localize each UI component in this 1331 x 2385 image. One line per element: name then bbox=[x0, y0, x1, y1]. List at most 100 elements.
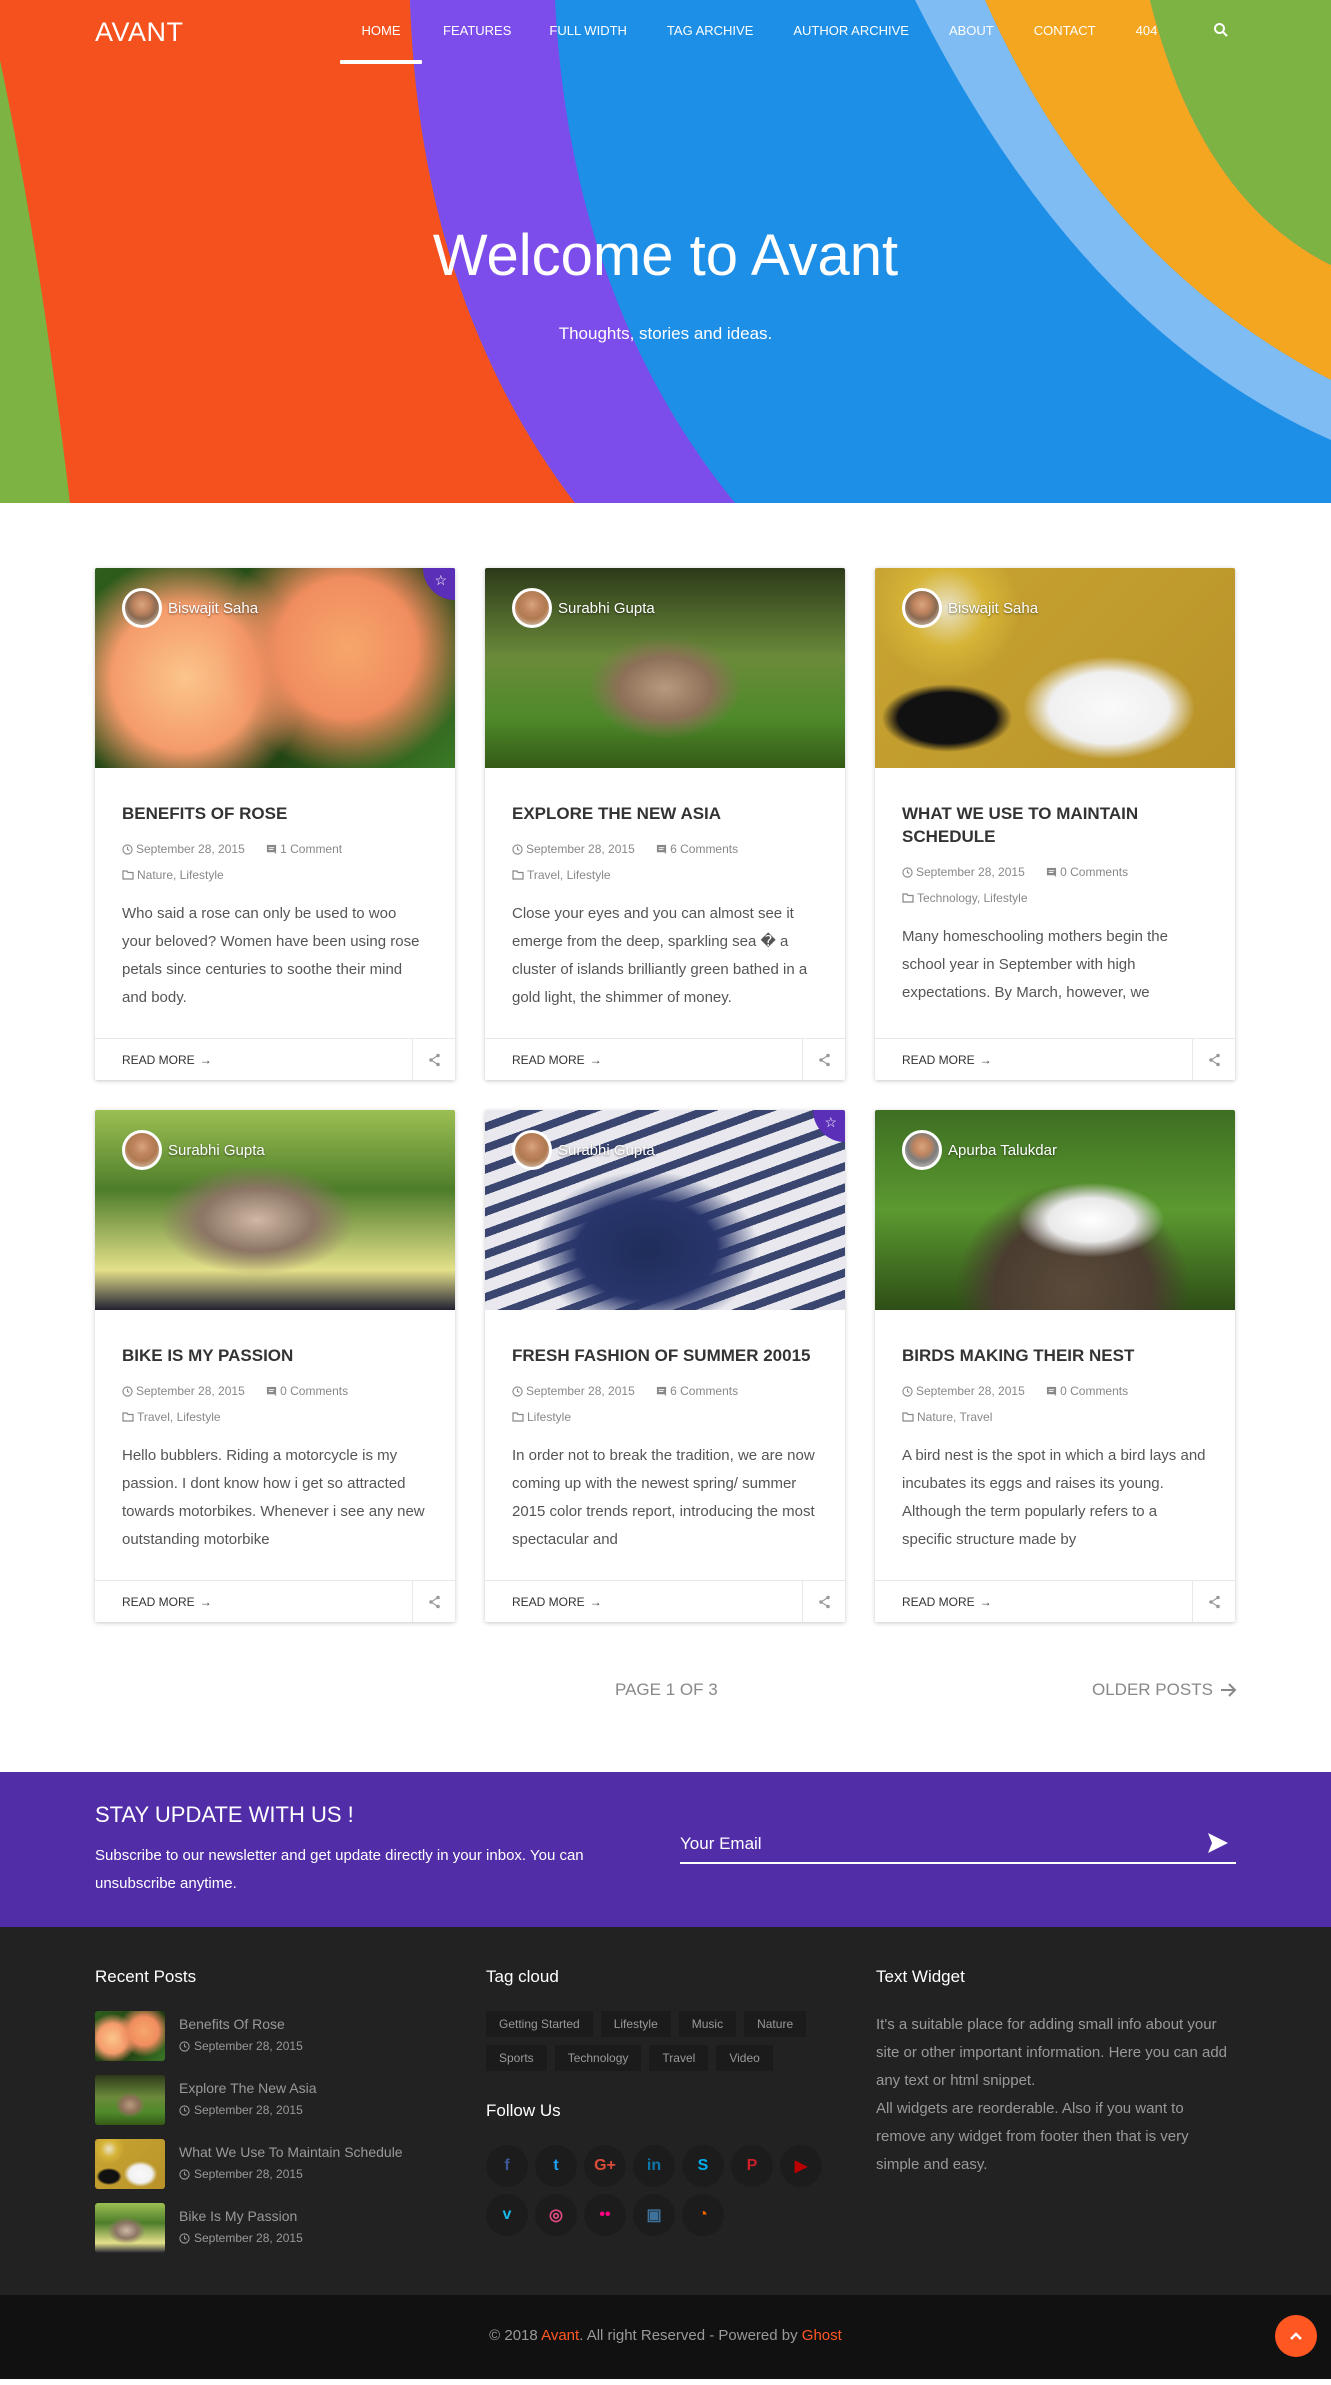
read-more-button[interactable]: READ MORE → bbox=[95, 1039, 412, 1080]
tag-link[interactable]: Sports bbox=[486, 2045, 547, 2071]
recent-post-item[interactable]: Bike Is My Passion September 28, 2015 bbox=[95, 2203, 403, 2253]
recent-post-date: September 28, 2015 bbox=[194, 2103, 303, 2117]
post-comments[interactable]: 0 Comments bbox=[1060, 1379, 1128, 1403]
recent-post-title[interactable]: Benefits Of Rose bbox=[179, 2016, 303, 2032]
facebook-icon[interactable]: f bbox=[486, 2145, 528, 2187]
older-posts-label: OLDER POSTS bbox=[1092, 1680, 1213, 1699]
tag-link[interactable]: Technology bbox=[554, 2045, 642, 2071]
back-to-top-button[interactable] bbox=[1275, 2315, 1317, 2357]
post-tags[interactable]: Technology, Lifestyle bbox=[917, 886, 1028, 910]
nav-features[interactable]: FEATURES bbox=[443, 0, 511, 64]
pinterest-icon[interactable]: P bbox=[731, 2145, 773, 2187]
post-comments[interactable]: 6 Comments bbox=[670, 1379, 738, 1403]
instagram-icon[interactable]: ▣ bbox=[633, 2194, 675, 2236]
post-tags[interactable]: Lifestyle bbox=[527, 1405, 571, 1429]
recent-post-thumbnail[interactable] bbox=[95, 2203, 165, 2253]
share-button[interactable] bbox=[1192, 1581, 1235, 1622]
share-button[interactable] bbox=[802, 1039, 845, 1080]
share-button[interactable] bbox=[412, 1581, 455, 1622]
nav-404[interactable]: 404 bbox=[1136, 0, 1158, 64]
post-author[interactable]: Biswajit Saha bbox=[122, 588, 258, 628]
post-thumbnail[interactable]: Biswajit Saha bbox=[875, 568, 1235, 768]
post-author[interactable]: Biswajit Saha bbox=[902, 588, 1038, 628]
nav-tag-archive[interactable]: TAG ARCHIVE bbox=[667, 0, 753, 64]
share-button[interactable] bbox=[802, 1581, 845, 1622]
post-body: BIKE IS MY PASSION September 28, 2015 0 … bbox=[95, 1310, 455, 1580]
nav-home[interactable]: HOME bbox=[340, 0, 422, 64]
skype-icon[interactable]: S bbox=[682, 2145, 724, 2187]
recent-post-thumbnail[interactable] bbox=[95, 2139, 165, 2189]
dribbble-icon[interactable]: ◎ bbox=[535, 2194, 577, 2236]
tag-link[interactable]: Lifestyle bbox=[600, 2011, 671, 2037]
post-tags[interactable]: Nature, Travel bbox=[917, 1405, 992, 1429]
clock-icon bbox=[512, 843, 523, 855]
clock-icon bbox=[179, 2168, 190, 2180]
post-comments[interactable]: 0 Comments bbox=[280, 1379, 348, 1403]
search-icon[interactable] bbox=[1213, 22, 1229, 38]
read-more-button[interactable]: READ MORE → bbox=[875, 1581, 1192, 1622]
recent-post-thumbnail[interactable] bbox=[95, 2011, 165, 2061]
nav-author-archive[interactable]: AUTHOR ARCHIVE bbox=[793, 0, 909, 64]
youtube-icon[interactable]: ▶ bbox=[780, 2145, 822, 2187]
post-title[interactable]: WHAT WE USE TO MAINTAIN SCHEDULE bbox=[902, 802, 1208, 848]
post-title[interactable]: FRESH FASHION OF SUMMER 20015 bbox=[512, 1344, 818, 1367]
share-icon bbox=[428, 1595, 440, 1608]
recent-post-item[interactable]: What We Use To Maintain Schedule Septemb… bbox=[95, 2139, 403, 2189]
post-meta: September 28, 2015 6 Comments Lifestyle bbox=[512, 1379, 818, 1430]
post-title[interactable]: BIRDS MAKING THEIR NEST bbox=[902, 1344, 1208, 1367]
rss-icon[interactable]: ◔ bbox=[682, 2194, 724, 2236]
post-author[interactable]: Surabhi Gupta bbox=[512, 1130, 655, 1170]
post-author[interactable]: Surabhi Gupta bbox=[512, 588, 655, 628]
post-thumbnail[interactable]: Surabhi Gupta bbox=[95, 1110, 455, 1310]
recent-post-title[interactable]: What We Use To Maintain Schedule bbox=[179, 2144, 403, 2160]
read-more-button[interactable]: READ MORE → bbox=[485, 1581, 802, 1622]
recent-post-title[interactable]: Explore The New Asia bbox=[179, 2080, 316, 2096]
ghost-link[interactable]: Ghost bbox=[802, 2327, 842, 2344]
recent-post-thumbnail[interactable] bbox=[95, 2075, 165, 2125]
post-title[interactable]: EXPLORE THE NEW ASIA bbox=[512, 802, 818, 825]
share-button[interactable] bbox=[412, 1039, 455, 1080]
author-avatar bbox=[122, 1130, 162, 1170]
tag-link[interactable]: Video bbox=[716, 2045, 773, 2071]
flickr-icon[interactable]: •• bbox=[584, 2194, 626, 2236]
vimeo-icon[interactable]: v bbox=[486, 2194, 528, 2236]
google-plus-icon[interactable]: G+ bbox=[584, 2145, 626, 2187]
read-more-button[interactable]: READ MORE → bbox=[485, 1039, 802, 1080]
post-thumbnail[interactable]: Surabhi Gupta bbox=[485, 568, 845, 768]
site-logo[interactable]: AVANT bbox=[95, 17, 184, 48]
tag-link[interactable]: Getting Started bbox=[486, 2011, 593, 2037]
email-input[interactable] bbox=[680, 1834, 1180, 1854]
post-title[interactable]: BENEFITS OF ROSE bbox=[122, 802, 428, 825]
brand-link[interactable]: Avant bbox=[541, 2327, 579, 2344]
recent-post-item[interactable]: Benefits Of Rose September 28, 2015 bbox=[95, 2011, 403, 2061]
read-more-button[interactable]: READ MORE → bbox=[95, 1581, 412, 1622]
post-title[interactable]: BIKE IS MY PASSION bbox=[122, 1344, 428, 1367]
share-button[interactable] bbox=[1192, 1039, 1235, 1080]
linkedin-icon[interactable]: in bbox=[633, 2145, 675, 2187]
tag-link[interactable]: Nature bbox=[744, 2011, 807, 2037]
post-author[interactable]: Apurba Talukdar bbox=[902, 1130, 1057, 1170]
send-icon[interactable] bbox=[1206, 1832, 1230, 1854]
author-name: Surabhi Gupta bbox=[558, 599, 655, 617]
post-tags[interactable]: Travel, Lifestyle bbox=[527, 863, 611, 887]
read-more-button[interactable]: READ MORE → bbox=[875, 1039, 1192, 1080]
nav-about[interactable]: ABOUT bbox=[949, 0, 994, 64]
post-thumbnail[interactable]: Biswajit Saha ☆ bbox=[95, 568, 455, 768]
post-thumbnail[interactable]: Surabhi Gupta ☆ bbox=[485, 1110, 845, 1310]
post-tags[interactable]: Nature, Lifestyle bbox=[137, 863, 224, 887]
post-comments[interactable]: 0 Comments bbox=[1060, 860, 1128, 884]
recent-post-item[interactable]: Explore The New Asia September 28, 2015 bbox=[95, 2075, 403, 2125]
nav-contact[interactable]: CONTACT bbox=[1034, 0, 1096, 64]
twitter-icon[interactable]: t bbox=[535, 2145, 577, 2187]
recent-post-title[interactable]: Bike Is My Passion bbox=[179, 2208, 303, 2224]
tag-link[interactable]: Music bbox=[678, 2011, 737, 2037]
post-comments[interactable]: 1 Comment bbox=[280, 837, 342, 861]
nav-full-width[interactable]: FULL WIDTH bbox=[549, 0, 627, 64]
older-posts-link[interactable]: OLDER POSTS bbox=[1092, 1680, 1239, 1700]
post-thumbnail[interactable]: Apurba Talukdar bbox=[875, 1110, 1235, 1310]
post-author[interactable]: Surabhi Gupta bbox=[122, 1130, 265, 1170]
share-icon bbox=[818, 1595, 830, 1608]
tag-link[interactable]: Travel bbox=[649, 2045, 709, 2071]
post-tags[interactable]: Travel, Lifestyle bbox=[137, 1405, 221, 1429]
post-comments[interactable]: 6 Comments bbox=[670, 837, 738, 861]
